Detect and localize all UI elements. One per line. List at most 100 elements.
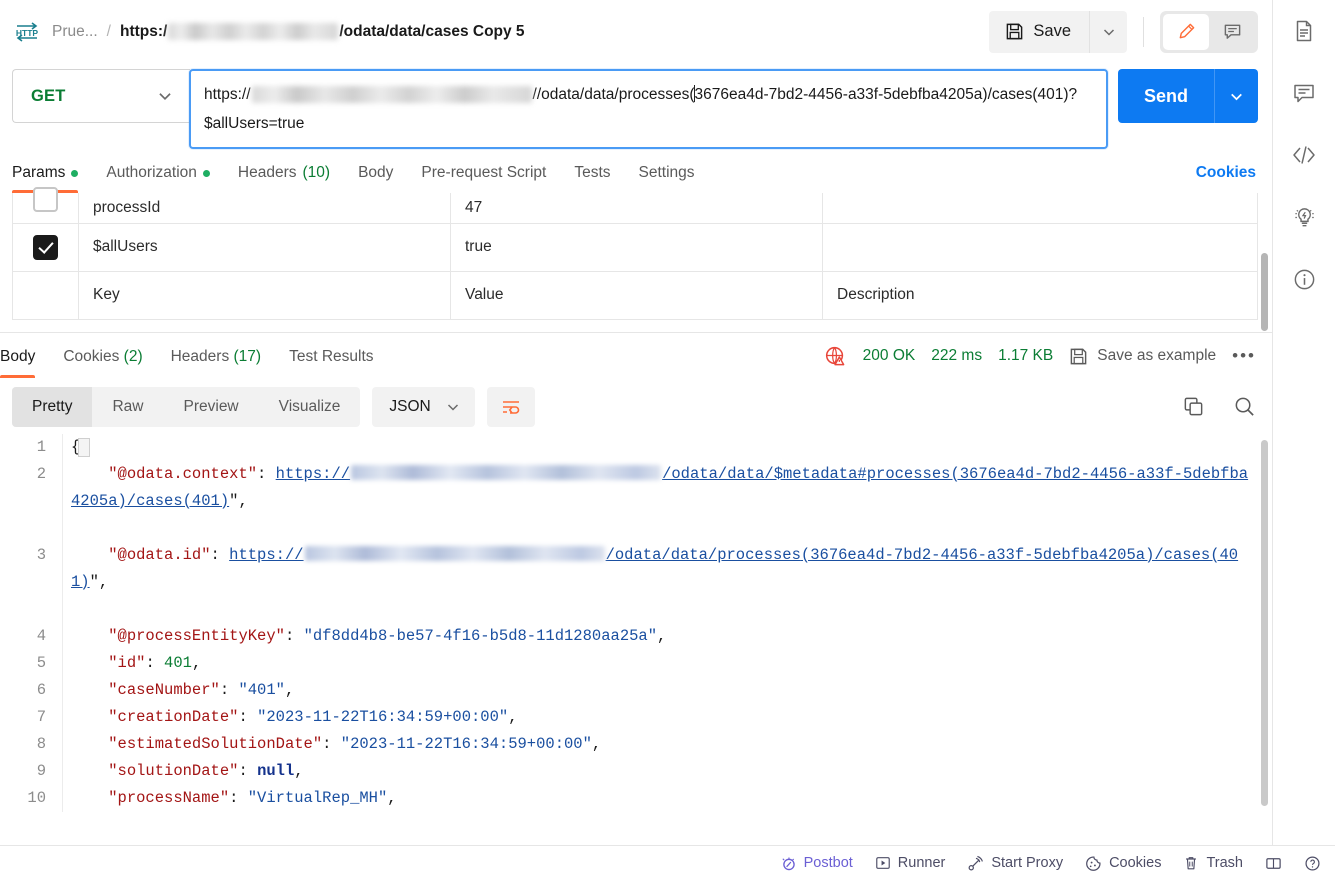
word-wrap-icon [500, 396, 522, 418]
param-checkbox[interactable] [33, 234, 58, 260]
table-row-empty[interactable]: Key Value Description [12, 270, 1258, 320]
param-description[interactable] [822, 193, 1258, 224]
json-link-tail[interactable]: /odata/data/$metadata#processes [662, 465, 950, 483]
param-key-placeholder[interactable]: Key [78, 270, 451, 320]
language-select[interactable]: JSON [372, 386, 475, 427]
response-time: 222 ms [931, 347, 983, 364]
response-tab-cookies-label: Cookies [63, 347, 120, 365]
send-button[interactable]: Send [1117, 69, 1214, 123]
http-icon: HTTP [12, 17, 42, 47]
statusbar-postbot[interactable]: Postbot [780, 855, 853, 872]
url-input[interactable]: https:////odata/data/processes(3676ea4d-… [189, 69, 1108, 149]
statusbar-runner[interactable]: Runner [875, 855, 945, 871]
param-description-placeholder[interactable]: Description [822, 270, 1258, 320]
code-line-text: "@odata.context": https:///odata/data/$m… [62, 460, 1272, 542]
param-enabled-checkbox-cell[interactable] [12, 222, 79, 272]
edit-mode-button[interactable] [1163, 13, 1209, 50]
comment-mode-button[interactable] [1209, 14, 1255, 50]
param-enabled-checkbox-cell[interactable] [12, 270, 79, 320]
code-snippet-button[interactable] [1287, 138, 1321, 172]
tab-settings[interactable]: Settings [639, 164, 709, 193]
status-bar: Postbot Runner Start Proxy Cookies Trash [0, 845, 1335, 880]
request-tabs: Params Authorization Headers (10) Body P… [0, 155, 1272, 193]
params-scrollbar[interactable] [1261, 253, 1268, 331]
method-label: GET [31, 86, 66, 105]
copy-icon[interactable] [1182, 395, 1205, 418]
tab-authorization[interactable]: Authorization [106, 164, 223, 193]
line-number: 4 [36, 626, 46, 645]
param-description[interactable] [822, 222, 1258, 272]
tab-authorization-label: Authorization [106, 164, 197, 181]
response-tab-cookies[interactable]: Cookies (2) [63, 335, 142, 378]
response-tab-headers[interactable]: Headers (17) [171, 335, 261, 378]
statusbar-help[interactable] [1304, 855, 1321, 872]
statusbar-cookies[interactable]: Cookies [1085, 855, 1161, 872]
tab-headers-count: (10) [302, 164, 331, 181]
view-preview[interactable]: Preview [164, 387, 259, 427]
view-visualize[interactable]: Visualize [259, 387, 361, 427]
tab-body[interactable]: Body [358, 164, 407, 193]
code-line: 2 "@odata.context": https:///odata/data/… [0, 460, 1272, 542]
response-tab-body[interactable]: Body [0, 335, 36, 378]
send-options-button[interactable] [1214, 69, 1258, 123]
word-wrap-button[interactable] [486, 386, 535, 427]
param-key[interactable]: processId [78, 193, 451, 224]
table-row[interactable]: processId 47 [12, 187, 1258, 224]
response-tab-test-results[interactable]: Test Results [289, 335, 373, 378]
search-icon[interactable] [1233, 395, 1256, 418]
breadcrumb-separator: / [106, 22, 111, 40]
documentation-button[interactable] [1287, 14, 1321, 48]
globe-warning-icon[interactable] [824, 345, 847, 368]
save-options-button[interactable] [1089, 10, 1127, 53]
cookies-link[interactable]: Cookies [1196, 164, 1272, 193]
postbot-assistant-button[interactable] [1287, 200, 1321, 234]
view-pretty[interactable]: Pretty [12, 386, 93, 427]
statusbar-start-proxy[interactable]: Start Proxy [967, 855, 1063, 872]
method-select[interactable]: GET [12, 69, 190, 123]
statusbar-postbot-label: Postbot [803, 855, 853, 871]
response-body-code[interactable]: 1 { 2 "@odata.context": https:///odata/d… [0, 433, 1272, 812]
json-key: "caseNumber" [108, 680, 220, 699]
param-enabled-checkbox-cell[interactable] [12, 187, 79, 224]
view-raw[interactable]: Raw [92, 387, 163, 427]
json-link-tail[interactable]: /odata/data/processes [606, 546, 801, 564]
code-fold-handle[interactable] [78, 437, 90, 457]
comments-button[interactable] [1287, 76, 1321, 110]
breadcrumb-collection[interactable]: Prue... [52, 23, 98, 41]
code-line-text: "@odata.id": https:///odata/data/process… [62, 541, 1272, 623]
param-value[interactable]: true [450, 222, 823, 272]
json-link-value[interactable]: https:// [276, 465, 350, 483]
line-number: 8 [36, 734, 46, 753]
code-line: 9 "solutionDate": null, [0, 757, 1272, 785]
tab-headers[interactable]: Headers (10) [238, 164, 344, 193]
code-line: 8 "estimatedSolutionDate": "2023-11-22T1… [0, 730, 1272, 758]
table-row[interactable]: $allUsers true [12, 222, 1258, 272]
json-link-value[interactable]: https:// [229, 546, 303, 564]
param-value[interactable]: 47 [450, 193, 823, 224]
status-badge: 200 OK [862, 347, 916, 364]
param-key[interactable]: $allUsers [78, 222, 451, 272]
chevron-down-icon [156, 87, 174, 105]
response-tab-headers-label: Headers [170, 347, 230, 365]
save-as-example-button[interactable]: Save as example [1069, 347, 1216, 366]
json-key: "@odata.context" [108, 464, 258, 483]
statusbar-layout-toggle[interactable] [1265, 855, 1282, 872]
json-value: "VirtualRep_MH" [247, 788, 388, 807]
json-trail: , [508, 707, 518, 726]
tab-tests[interactable]: Tests [574, 164, 624, 193]
code-scrollbar[interactable] [1261, 439, 1268, 806]
param-checkbox[interactable] [33, 187, 58, 213]
code-line-text: "estimatedSolutionDate": "2023-11-22T16:… [62, 730, 1272, 758]
tab-pre-request-script[interactable]: Pre-request Script [421, 164, 560, 193]
param-value-placeholder[interactable]: Value [450, 270, 823, 320]
statusbar-trash[interactable]: Trash [1183, 855, 1243, 871]
postman-window: HTTP Prue... / https:/ /odata/data/cases… [0, 0, 1335, 880]
response-view-segmented: Pretty Raw Preview Visualize [12, 386, 361, 427]
redacted-host [168, 23, 339, 40]
page-title[interactable]: https:/ /odata/data/cases Copy 5 [120, 23, 525, 41]
info-button[interactable] [1287, 262, 1321, 296]
save-button[interactable]: Save [989, 10, 1089, 53]
response-tab-cookies-count: (2) [123, 347, 143, 365]
ellipsis-icon[interactable]: ••• [1232, 346, 1256, 366]
cookie-icon [1085, 855, 1102, 872]
